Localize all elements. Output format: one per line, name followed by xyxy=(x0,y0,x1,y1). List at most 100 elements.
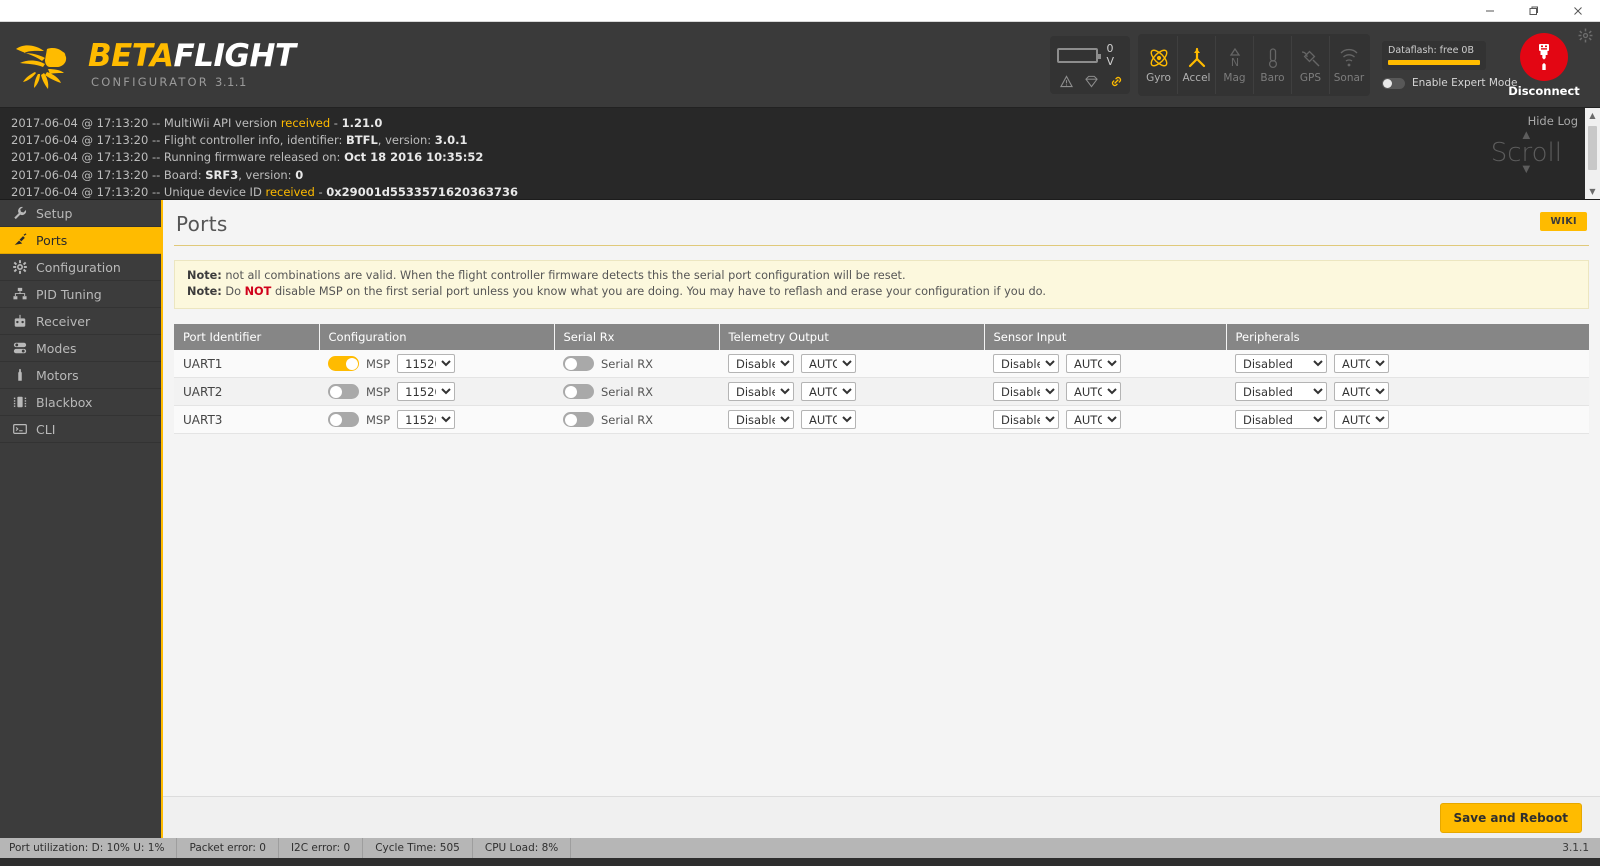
modes-icon xyxy=(13,342,27,354)
save-and-reboot-button[interactable]: Save and Reboot xyxy=(1439,802,1582,833)
scroll-up-arrow-icon[interactable]: ▲ xyxy=(1589,108,1595,123)
battery-status-box: 0 V xyxy=(1050,36,1130,94)
status-cpu-load: CPU Load: 8% xyxy=(473,838,572,858)
sensor-status-group: Gyro Accel N Mag Baro GPS Sonar xyxy=(1138,34,1370,96)
cell-configuration: MSP 115200 xyxy=(319,377,554,406)
gyro-icon xyxy=(1150,49,1167,67)
sidebar-item-label: Setup xyxy=(36,205,73,221)
receiver-icon xyxy=(14,314,26,327)
telemetry-mode-select[interactable]: Disabled xyxy=(728,382,794,401)
status-version: 3.1.1 xyxy=(1562,842,1589,854)
telemetry-baud-select[interactable]: AUTO xyxy=(801,382,856,401)
window-minimize-button[interactable] xyxy=(1468,0,1512,22)
serial-rx-toggle[interactable] xyxy=(563,412,594,427)
window-close-button[interactable] xyxy=(1556,0,1600,22)
msp-baud-select[interactable]: 115200 xyxy=(397,382,456,401)
sensor-mode-select[interactable]: Disabled xyxy=(993,410,1059,429)
msp-baud-select[interactable]: 115200 xyxy=(397,410,456,429)
plug-icon xyxy=(14,233,27,245)
sensor-mode-select[interactable]: Disabled xyxy=(993,382,1059,401)
sensor-gps-label: GPS xyxy=(1299,72,1322,84)
expert-mode-toggle[interactable] xyxy=(1382,77,1405,89)
column-header-port-identifier: Port Identifier xyxy=(174,324,320,350)
peripheral-baud-select[interactable]: AUTO xyxy=(1334,410,1389,429)
sensor-baro-label: Baro xyxy=(1260,72,1285,84)
log-line: 2017-06-04 @ 17:13:20 -- Unique device I… xyxy=(11,184,518,199)
telemetry-mode-select[interactable]: Disabled xyxy=(728,354,794,373)
sidebar-item-modes[interactable]: Modes xyxy=(0,335,161,362)
svg-text:N: N xyxy=(1230,56,1238,69)
sidebar-item-label: Blackbox xyxy=(36,394,93,410)
cell-sensor-input: Disabled AUTO xyxy=(984,377,1226,406)
table-row: UART1 MSP 115200 Serial RX Disabled AUTO… xyxy=(174,350,1589,378)
disconnect-button[interactable]: Disconnect xyxy=(1502,32,1586,98)
sidebar-nav: Setup Ports Configuration PID Tuning Rec… xyxy=(0,200,163,838)
sensor-baud-select[interactable]: AUTO xyxy=(1066,354,1121,373)
peripheral-baud-select[interactable]: AUTO xyxy=(1334,382,1389,401)
column-header-sensor-input: Sensor Input xyxy=(984,324,1227,350)
gear-icon xyxy=(13,260,27,274)
sensor-baud-select[interactable]: AUTO xyxy=(1066,382,1121,401)
table-row: UART2 MSP 115200 Serial RX Disabled AUTO… xyxy=(174,377,1589,406)
sidebar-item-blackbox[interactable]: Blackbox xyxy=(0,389,161,416)
log-line: 2017-06-04 @ 17:13:20 -- Running firmwar… xyxy=(11,150,484,165)
serial-rx-toggle[interactable] xyxy=(563,356,594,371)
log-scrollbar-thumb[interactable] xyxy=(1588,126,1597,170)
window-titlebar xyxy=(0,0,1600,22)
terminal-icon xyxy=(13,424,27,434)
telemetry-baud-select[interactable]: AUTO xyxy=(801,354,856,373)
settings-button[interactable] xyxy=(1578,28,1593,47)
sensor-mag-label: Mag xyxy=(1223,72,1246,84)
battery-icon xyxy=(1057,47,1101,63)
telemetry-baud-select[interactable]: AUTO xyxy=(801,410,856,429)
column-header-serial-rx: Serial Rx xyxy=(554,324,720,350)
sidebar-item-ports[interactable]: Ports xyxy=(0,227,161,254)
cell-port-identifier: UART2 xyxy=(174,377,319,406)
status-port-utilization: Port utilization: D: 10% U: 1% xyxy=(0,838,178,858)
expert-mode-row[interactable]: Enable Expert Mode xyxy=(1382,77,1517,89)
sidebar-item-cli[interactable]: CLI xyxy=(0,416,161,443)
sensor-baud-select[interactable]: AUTO xyxy=(1066,410,1121,429)
cell-sensor-input: Disabled AUTO xyxy=(984,405,1226,434)
msp-toggle[interactable] xyxy=(328,356,359,371)
peripheral-mode-select[interactable]: Disabled xyxy=(1235,354,1327,373)
sidebar-item-receiver[interactable]: Receiver xyxy=(0,308,161,335)
sidebar-item-label: CLI xyxy=(36,421,56,437)
msp-toggle[interactable] xyxy=(328,384,359,399)
status-i2c-error: I2C error: 0 xyxy=(279,838,364,858)
telemetry-mode-select[interactable]: Disabled xyxy=(728,410,794,429)
peripheral-mode-select[interactable]: Disabled xyxy=(1235,382,1327,401)
scroll-down-arrow-icon[interactable]: ▼ xyxy=(1589,184,1595,199)
disconnect-label: Disconnect xyxy=(1508,83,1580,98)
sensor-gyro-label: Gyro xyxy=(1146,72,1171,84)
wrench-icon xyxy=(14,206,27,220)
sensor-accel: Accel xyxy=(1178,36,1216,94)
log-line: 2017-06-04 @ 17:13:20 -- Board: SRF3, ve… xyxy=(11,167,304,182)
sensor-mode-select[interactable]: Disabled xyxy=(993,354,1059,373)
status-bar: Port utilization: D: 10% U: 1% Packet er… xyxy=(0,838,1600,858)
sidebar-item-pid-tuning[interactable]: PID Tuning xyxy=(0,281,161,308)
sliders-icon xyxy=(13,287,27,300)
serial-rx-toggle[interactable] xyxy=(563,384,594,399)
accel-icon xyxy=(1188,47,1205,68)
sidebar-item-setup[interactable]: Setup xyxy=(0,200,161,227)
log-panel: 2017-06-04 @ 17:13:20 -- MultiWii API ve… xyxy=(0,108,1600,200)
serial-rx-label: Serial RX xyxy=(601,412,654,427)
peripheral-mode-select[interactable]: Disabled xyxy=(1235,410,1327,429)
sidebar-item-motors[interactable]: Motors xyxy=(0,362,161,389)
msp-baud-select[interactable]: 115200 xyxy=(397,354,456,373)
msp-toggle[interactable] xyxy=(328,412,359,427)
window-maximize-button[interactable] xyxy=(1512,0,1556,22)
hide-log-button[interactable]: Hide Log xyxy=(1528,114,1578,128)
wiki-button[interactable]: WIKI xyxy=(1540,212,1587,231)
sidebar-item-configuration[interactable]: Configuration xyxy=(0,254,161,281)
sensor-sonar: Sonar xyxy=(1330,36,1368,94)
gear-icon xyxy=(1578,28,1593,43)
log-scrollbar[interactable]: ▲ ▼ xyxy=(1585,108,1600,199)
sidebar-item-label: Ports xyxy=(36,232,68,248)
sensor-accel-label: Accel xyxy=(1182,72,1211,84)
peripheral-baud-select[interactable]: AUTO xyxy=(1334,354,1389,373)
ports-table-header-row: Port Identifier Configuration Serial Rx … xyxy=(174,324,1589,350)
blackbox-icon xyxy=(13,396,27,408)
note-line-2: Note: Do NOT disable MSP on the first se… xyxy=(187,285,1046,298)
